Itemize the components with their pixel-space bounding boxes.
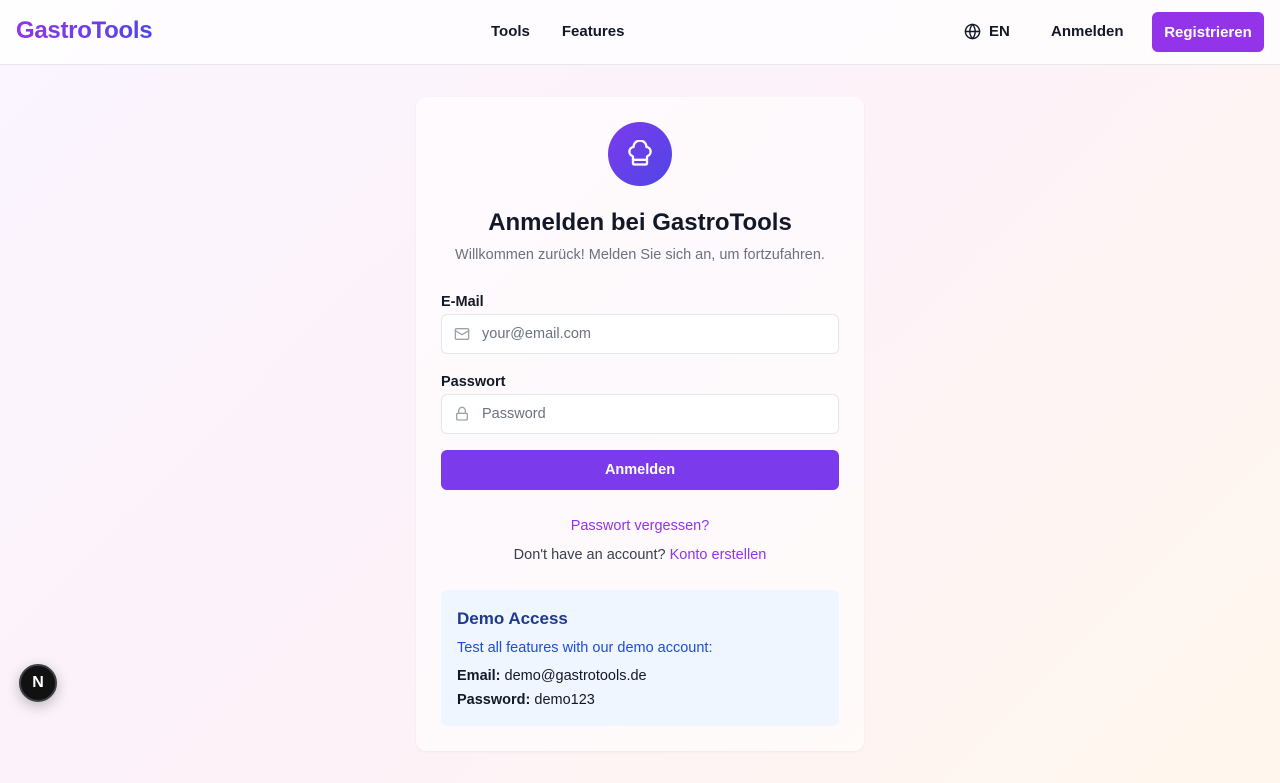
- email-label: E-Mail: [441, 294, 484, 310]
- mail-icon: [454, 328, 470, 340]
- demo-email-value: demo@gastrotools.de: [504, 668, 647, 684]
- demo-email-row: Email: demo@gastrotools.de: [457, 668, 647, 684]
- password-label: Passwort: [441, 374, 506, 390]
- nextjs-dev-badge[interactable]: N: [19, 664, 57, 702]
- nav-link-tools[interactable]: Tools: [491, 23, 530, 40]
- demo-email-label: Email:: [457, 668, 501, 684]
- main-nav: Tools Features: [491, 23, 624, 40]
- email-field-wrapper: [441, 314, 839, 354]
- top-navbar: GastroTools Tools Features EN Anmelden R…: [0, 0, 1280, 65]
- nav-link-features[interactable]: Features: [562, 23, 625, 40]
- demo-access-box: Demo Access Test all features with our d…: [441, 590, 839, 726]
- chef-hat-icon: [628, 140, 652, 166]
- login-subtitle: Willkommen zurück! Melden Sie sich an, u…: [455, 247, 825, 263]
- signup-prompt-text: Don't have an account?: [513, 547, 666, 563]
- password-input[interactable]: [482, 395, 832, 433]
- login-title: Anmelden bei GastroTools: [488, 209, 792, 236]
- lock-icon: [456, 406, 468, 421]
- email-input[interactable]: [482, 315, 832, 353]
- forgot-password-link[interactable]: Passwort vergessen?: [416, 518, 864, 534]
- register-button[interactable]: Registrieren: [1152, 12, 1264, 52]
- create-account-link[interactable]: Konto erstellen: [670, 547, 767, 563]
- signup-prompt: Don't have an account? Konto erstellen: [416, 547, 864, 563]
- demo-password-label: Password:: [457, 692, 531, 708]
- password-field-wrapper: [441, 394, 839, 434]
- chef-hat-badge: [608, 122, 672, 186]
- demo-description: Test all features with our demo account:: [457, 640, 713, 656]
- language-switcher[interactable]: EN: [964, 23, 1010, 40]
- demo-title: Demo Access: [457, 609, 568, 628]
- nav-login-link[interactable]: Anmelden: [1051, 23, 1124, 40]
- login-card: Anmelden bei GastroTools Willkommen zurü…: [416, 97, 864, 751]
- globe-icon: [964, 23, 981, 40]
- nextjs-icon: N: [32, 674, 44, 691]
- demo-password-value: demo123: [534, 692, 595, 708]
- demo-password-row: Password: demo123: [457, 692, 595, 708]
- login-submit-button[interactable]: Anmelden: [441, 450, 839, 490]
- brand-logo[interactable]: GastroTools: [16, 17, 153, 45]
- language-label: EN: [989, 23, 1010, 40]
